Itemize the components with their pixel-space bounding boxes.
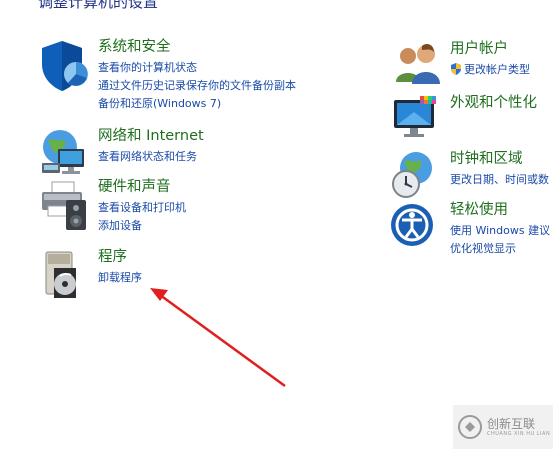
ease-of-access-icon	[391, 204, 433, 246]
view-devices-printers-link[interactable]: 查看设备和打印机	[98, 199, 186, 217]
file-history-backup-link[interactable]: 通过文件历史记录保存你的文件备份副本	[98, 77, 296, 95]
change-account-type-link[interactable]: 更改帐户类型	[450, 61, 530, 79]
uac-shield-icon	[451, 63, 461, 75]
watermark-logo: 创新互联 CHUANG XIN HU LIAN	[453, 405, 553, 449]
clock-region-title[interactable]: 时钟和区域	[450, 150, 549, 169]
appearance-title[interactable]: 外观和个性化	[450, 94, 537, 113]
page-title: 调整计算机的设置	[38, 0, 159, 11]
network-title[interactable]: 网络和 Internet	[98, 127, 204, 146]
change-date-time-link[interactable]: 更改日期、时间或数	[450, 171, 549, 189]
watermark-icon	[458, 415, 482, 439]
watermark-subtext: CHUANG XIN HU LIAN	[487, 431, 551, 437]
view-network-status-link[interactable]: 查看网络状态和任务	[98, 148, 204, 166]
backup-restore-link[interactable]: 备份和还原(Windows 7)	[98, 95, 296, 113]
uninstall-program-link[interactable]: 卸载程序	[98, 269, 142, 287]
users-icon	[396, 44, 440, 84]
monitor-palette-icon	[394, 96, 436, 137]
programs-disc-icon	[45, 251, 76, 298]
watermark-text: 创新互联	[487, 417, 536, 431]
clock-globe-icon	[392, 152, 432, 198]
add-device-link[interactable]: 添加设备	[98, 217, 186, 235]
printer-speaker-icon	[42, 181, 86, 230]
optimize-display-link[interactable]: 优化视觉显示	[450, 240, 550, 258]
hardware-sound-title[interactable]: 硬件和声音	[98, 178, 186, 197]
windows-suggestions-link[interactable]: 使用 Windows 建议	[450, 222, 550, 240]
shield-pie-icon	[42, 41, 88, 91]
ease-of-access-title[interactable]: 轻松使用	[450, 201, 550, 220]
change-account-type-label: 更改帐户类型	[464, 63, 530, 76]
globe-network-icon	[42, 130, 84, 174]
programs-title[interactable]: 程序	[98, 248, 142, 267]
user-accounts-title[interactable]: 用户帐户	[450, 40, 530, 59]
system-security-title[interactable]: 系统和安全	[98, 38, 296, 57]
view-computer-status-link[interactable]: 查看你的计算机状态	[98, 59, 296, 77]
